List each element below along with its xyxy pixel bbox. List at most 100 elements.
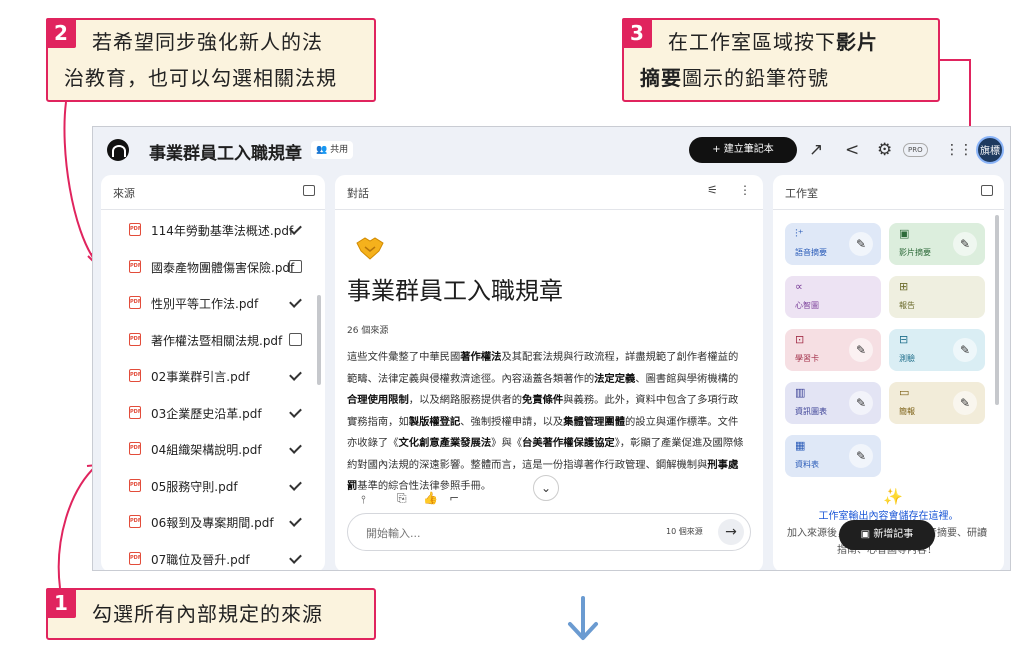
studio-tile-label: 報告	[899, 301, 915, 310]
add-note-label: 新增記事	[873, 529, 914, 540]
studio-scrollbar[interactable]	[995, 215, 999, 405]
sources-scrollbar[interactable]	[317, 295, 321, 385]
collapse-studio-icon[interactable]	[981, 185, 993, 196]
source-checkbox[interactable]	[289, 259, 302, 273]
source-item[interactable]: PDF 114年勞動基準法概述.pdf	[101, 215, 325, 245]
pencil-edit-icon[interactable]: ✎	[953, 338, 977, 362]
pdf-icon: PDF	[129, 478, 141, 492]
pencil-edit-icon[interactable]: ✎	[953, 232, 977, 256]
studio-heading: 工作室	[785, 187, 818, 200]
chat-more-icon[interactable]: ⋮	[739, 183, 751, 197]
magic-wand-icon: ✨	[883, 487, 903, 506]
analytics-icon[interactable]: ↗	[809, 139, 823, 161]
studio-tile[interactable]: ▥ 資訊圖表 ✎	[785, 382, 881, 424]
source-label: 05服務守則.pdf	[151, 479, 238, 494]
pdf-icon: PDF	[129, 332, 141, 346]
pencil-edit-icon[interactable]: ✎	[849, 444, 873, 468]
chat-input-field[interactable]	[366, 523, 606, 543]
studio-tile-label: 影片摘要	[899, 248, 931, 257]
studio-tile[interactable]: ⊞ 報告	[889, 276, 985, 318]
source-checkbox[interactable]	[289, 442, 302, 455]
studio-tile-label: 學習卡	[795, 354, 819, 363]
infographic-icon: ▥	[795, 386, 806, 399]
chat-notebook-title: 事業群員工入職規章	[347, 277, 563, 305]
source-checkbox[interactable]	[289, 406, 302, 419]
summary-text: 、圖書館與學術機構的	[635, 372, 739, 385]
pdf-icon: PDF	[129, 405, 141, 419]
studio-tile[interactable]: ▣ 影片摘要 ✎	[889, 223, 985, 265]
source-checkbox[interactable]	[289, 296, 302, 309]
source-label: 114年勞動基準法概述.pdf	[151, 224, 294, 238]
studio-tile[interactable]: ⫶⁺ 語音摘要 ✎	[785, 223, 881, 265]
shared-badge-label: 共用	[330, 145, 349, 155]
sources-panel: 來源 PDF 114年勞動基準法概述.pdf PDF 國泰產物團體傷害保險.pdf PD…	[101, 175, 325, 571]
source-label: 著作權法暨相關法規.pdf	[151, 333, 283, 348]
studio-tile[interactable]: ∝ 心智圖	[785, 276, 881, 318]
studio-divider	[773, 209, 1004, 210]
studio-tile-label: 測驗	[899, 354, 915, 363]
source-item[interactable]: PDF 03企業歷史沿革.pdf	[101, 398, 325, 428]
source-item[interactable]: PDF 04組織架構說明.pdf	[101, 434, 325, 464]
thumbs-down-icon[interactable]: ⌐	[449, 491, 459, 505]
notebooklm-logo-icon[interactable]	[107, 139, 129, 161]
pencil-edit-icon[interactable]: ✎	[849, 232, 873, 256]
create-notebook-button[interactable]: + 建立筆記本	[689, 137, 797, 163]
source-checkbox[interactable]	[289, 515, 302, 528]
apps-grid-icon[interactable]: ⋮⋮	[945, 139, 973, 161]
chat-input-box: 10 個來源 →	[347, 513, 751, 551]
source-label: 02事業群引言.pdf	[151, 370, 250, 384]
summary-bold-term: 製版權登記	[408, 415, 461, 428]
studio-tile[interactable]: ▦ 資料表 ✎	[785, 435, 881, 477]
top-bar: 事業群員工入職規章 👥 共用 + 建立筆記本 ↗ < ⚙ PRO ⋮⋮ 旗標	[93, 127, 1010, 173]
chat-settings-icon[interactable]: ⚟	[707, 183, 718, 197]
source-item[interactable]: PDF 07職位及晉升.pdf	[101, 544, 325, 571]
quiz-icon: ⊟	[899, 333, 909, 346]
thumbs-up-icon[interactable]: 👍	[423, 491, 438, 505]
pdf-icon: PDF	[129, 259, 141, 273]
source-item[interactable]: PDF 性別平等工作法.pdf	[101, 288, 325, 318]
source-item[interactable]: PDF 06報到及專案期間.pdf	[101, 507, 325, 537]
source-checkbox[interactable]	[289, 223, 302, 236]
studio-tile-label: 簡報	[899, 407, 915, 416]
source-checkbox[interactable]	[289, 369, 302, 382]
sources-heading: 來源	[113, 187, 135, 200]
user-avatar[interactable]: 旗標	[976, 136, 1004, 164]
pencil-edit-icon[interactable]: ✎	[953, 391, 977, 415]
source-item[interactable]: PDF 著作權法暨相關法規.pdf	[101, 325, 325, 355]
report-icon: ⊞	[899, 280, 909, 293]
source-label: 國泰產物團體傷害保險.pdf	[151, 260, 295, 275]
source-label: 07職位及晉升.pdf	[151, 552, 250, 567]
studio-tile[interactable]: ⊡ 學習卡 ✎	[785, 329, 881, 371]
studio-tile[interactable]: ▭ 簡報 ✎	[889, 382, 985, 424]
table-icon: ▦	[795, 439, 806, 452]
send-button[interactable]: →	[718, 519, 744, 545]
source-item[interactable]: PDF 02事業群引言.pdf	[101, 361, 325, 391]
pencil-edit-icon[interactable]: ✎	[849, 391, 873, 415]
shared-badge[interactable]: 👥 共用	[311, 141, 354, 159]
collapse-sources-icon[interactable]	[303, 185, 315, 196]
studio-tile[interactable]: ⊟ 測驗 ✎	[889, 329, 985, 371]
notebook-title[interactable]: 事業群員工入職規章	[149, 139, 302, 164]
pin-icon[interactable]: ⫯	[361, 493, 366, 507]
sources-divider	[101, 209, 325, 210]
pdf-icon: PDF	[129, 369, 141, 382]
source-checkbox[interactable]	[289, 479, 302, 492]
studio-tile-label: 資料表	[795, 460, 819, 469]
settings-gear-icon[interactable]: ⚙	[877, 139, 892, 161]
summary-text: ，以及網路服務提供者的	[408, 394, 523, 406]
pencil-edit-icon[interactable]: ✎	[849, 338, 873, 362]
share-icon[interactable]: <	[845, 139, 859, 161]
add-note-button[interactable]: ▣ 新增記事	[839, 520, 935, 550]
source-checkbox[interactable]	[289, 552, 302, 565]
source-item[interactable]: PDF 國泰產物團體傷害保險.pdf	[101, 252, 325, 282]
scroll-down-button[interactable]: ⌄	[533, 475, 559, 501]
source-item[interactable]: PDF 05服務守則.pdf	[101, 471, 325, 501]
summary-bold-term: 法定定義	[594, 372, 636, 385]
source-checkbox[interactable]	[289, 332, 302, 346]
summary-bold-term: 合理使用限制	[347, 394, 409, 406]
source-label: 性別平等工作法.pdf	[151, 297, 259, 311]
chat-heading: 對話	[347, 187, 369, 200]
copy-icon[interactable]: ⎘	[397, 491, 407, 506]
chat-input-source-count: 10 個來源	[666, 527, 703, 536]
chat-panel: 對話 ⚟ ⋮ 事業群員工入職規章 26 個來源 這些文件彙整了中華民國著作權法及…	[335, 175, 763, 570]
